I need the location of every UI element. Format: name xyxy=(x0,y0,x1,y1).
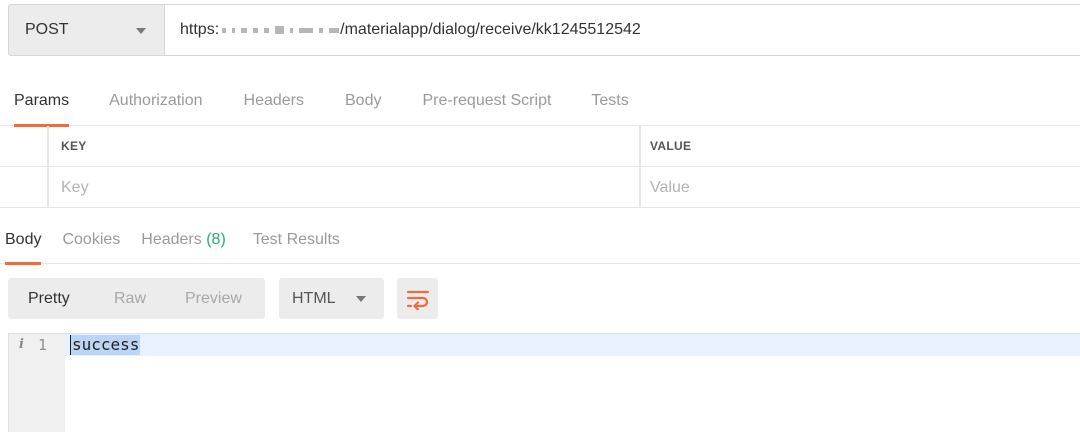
method-label: POST xyxy=(25,21,69,38)
redacted-url-segment xyxy=(222,26,340,34)
tab-pre-request-script[interactable]: Pre-request Script xyxy=(422,80,551,126)
url-suffix: /materialapp/dialog/receive/kk1245512542 xyxy=(340,21,641,38)
row-checkbox-cell[interactable] xyxy=(0,167,49,208)
response-headers-label: Headers xyxy=(141,231,202,248)
value-placeholder: Value xyxy=(650,178,690,196)
response-tabs: Body Cookies Headers (8) Test Results xyxy=(0,220,1080,265)
format-label: HTML xyxy=(292,289,336,307)
preview-mode-button[interactable]: Preview xyxy=(185,290,242,308)
params-table: KEY VALUE Key Value xyxy=(0,126,1080,208)
key-header-label: KEY xyxy=(61,139,87,153)
chevron-down-icon xyxy=(136,28,146,34)
tab-test-results[interactable]: Test Results xyxy=(253,220,340,264)
param-key-input[interactable]: Key xyxy=(49,167,641,208)
request-tabs: Params Authorization Headers Body Pre-re… xyxy=(0,80,1080,127)
headers-count-badge: (8) xyxy=(206,231,226,248)
response-body-editor[interactable]: i 1 success xyxy=(8,333,1080,432)
line-number: 1 xyxy=(38,336,48,354)
tab-cookies[interactable]: Cookies xyxy=(62,220,120,264)
tab-headers[interactable]: Headers xyxy=(244,80,304,126)
wrap-lines-button[interactable] xyxy=(397,278,438,319)
line-gutter: i 1 xyxy=(9,334,65,432)
wrap-lines-icon xyxy=(406,290,429,310)
tab-tests[interactable]: Tests xyxy=(591,80,628,126)
value-column-header: VALUE xyxy=(641,126,1080,166)
pretty-mode-button[interactable]: Pretty xyxy=(28,290,70,308)
text-cursor xyxy=(70,335,71,355)
url-input[interactable]: https: /materialapp/dialog/receive/kk124… xyxy=(165,4,1080,56)
raw-mode-button[interactable]: Raw xyxy=(114,290,146,308)
url-prefix: https: xyxy=(180,21,220,38)
value-header-label: VALUE xyxy=(650,139,692,153)
tab-body[interactable]: Body xyxy=(345,80,381,126)
method-select[interactable]: POST xyxy=(8,4,165,56)
tab-authorization[interactable]: Authorization xyxy=(109,80,202,126)
param-value-input[interactable]: Value xyxy=(641,167,1080,208)
info-icon: i xyxy=(19,337,24,352)
tab-params[interactable]: Params xyxy=(14,80,70,127)
tab-response-headers[interactable]: Headers (8) xyxy=(141,220,226,264)
params-row: Key Value xyxy=(0,167,1080,208)
active-line-highlight xyxy=(65,334,1080,356)
format-select[interactable]: HTML xyxy=(279,278,384,319)
tab-response-body[interactable]: Body xyxy=(5,220,42,265)
key-placeholder: Key xyxy=(61,178,89,196)
chevron-down-icon xyxy=(356,296,366,302)
params-header-row: KEY VALUE xyxy=(0,126,1080,167)
response-body-text: success xyxy=(71,335,141,355)
checkbox-column-header xyxy=(0,126,49,166)
view-mode-toggle: Pretty Raw Preview xyxy=(8,278,265,319)
key-column-header: KEY xyxy=(49,126,641,166)
